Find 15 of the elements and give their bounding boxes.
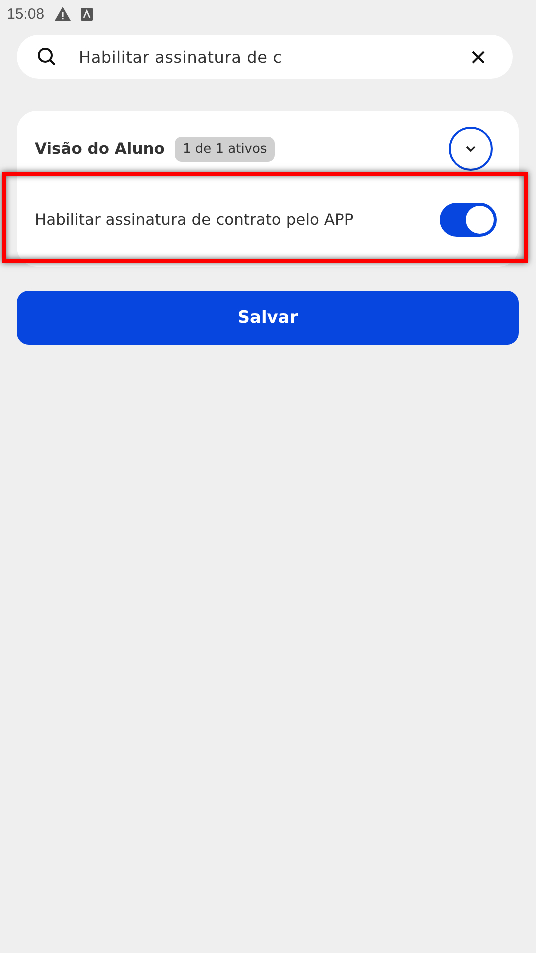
save-button[interactable]: Salvar — [17, 291, 519, 345]
status-time: 15:08 — [7, 6, 45, 22]
active-count-badge: 1 de 1 ativos — [174, 136, 276, 162]
toggle-switch[interactable] — [440, 203, 497, 237]
search-icon — [37, 47, 57, 67]
setting-label: Habilitar assinatura de contrato pelo APP — [35, 211, 355, 229]
section-title: Visão do Aluno — [35, 140, 165, 158]
chevron-icon — [466, 146, 476, 152]
expand-button[interactable] — [449, 127, 493, 171]
search-bar[interactable]: Habilitar assinatura de c — [17, 35, 513, 79]
notification-icon — [80, 8, 93, 20]
clear-button[interactable] — [472, 50, 485, 64]
search-field[interactable]: Habilitar assinatura de c — [79, 48, 472, 66]
warning-icon — [54, 7, 71, 21]
close-icon — [472, 50, 485, 64]
